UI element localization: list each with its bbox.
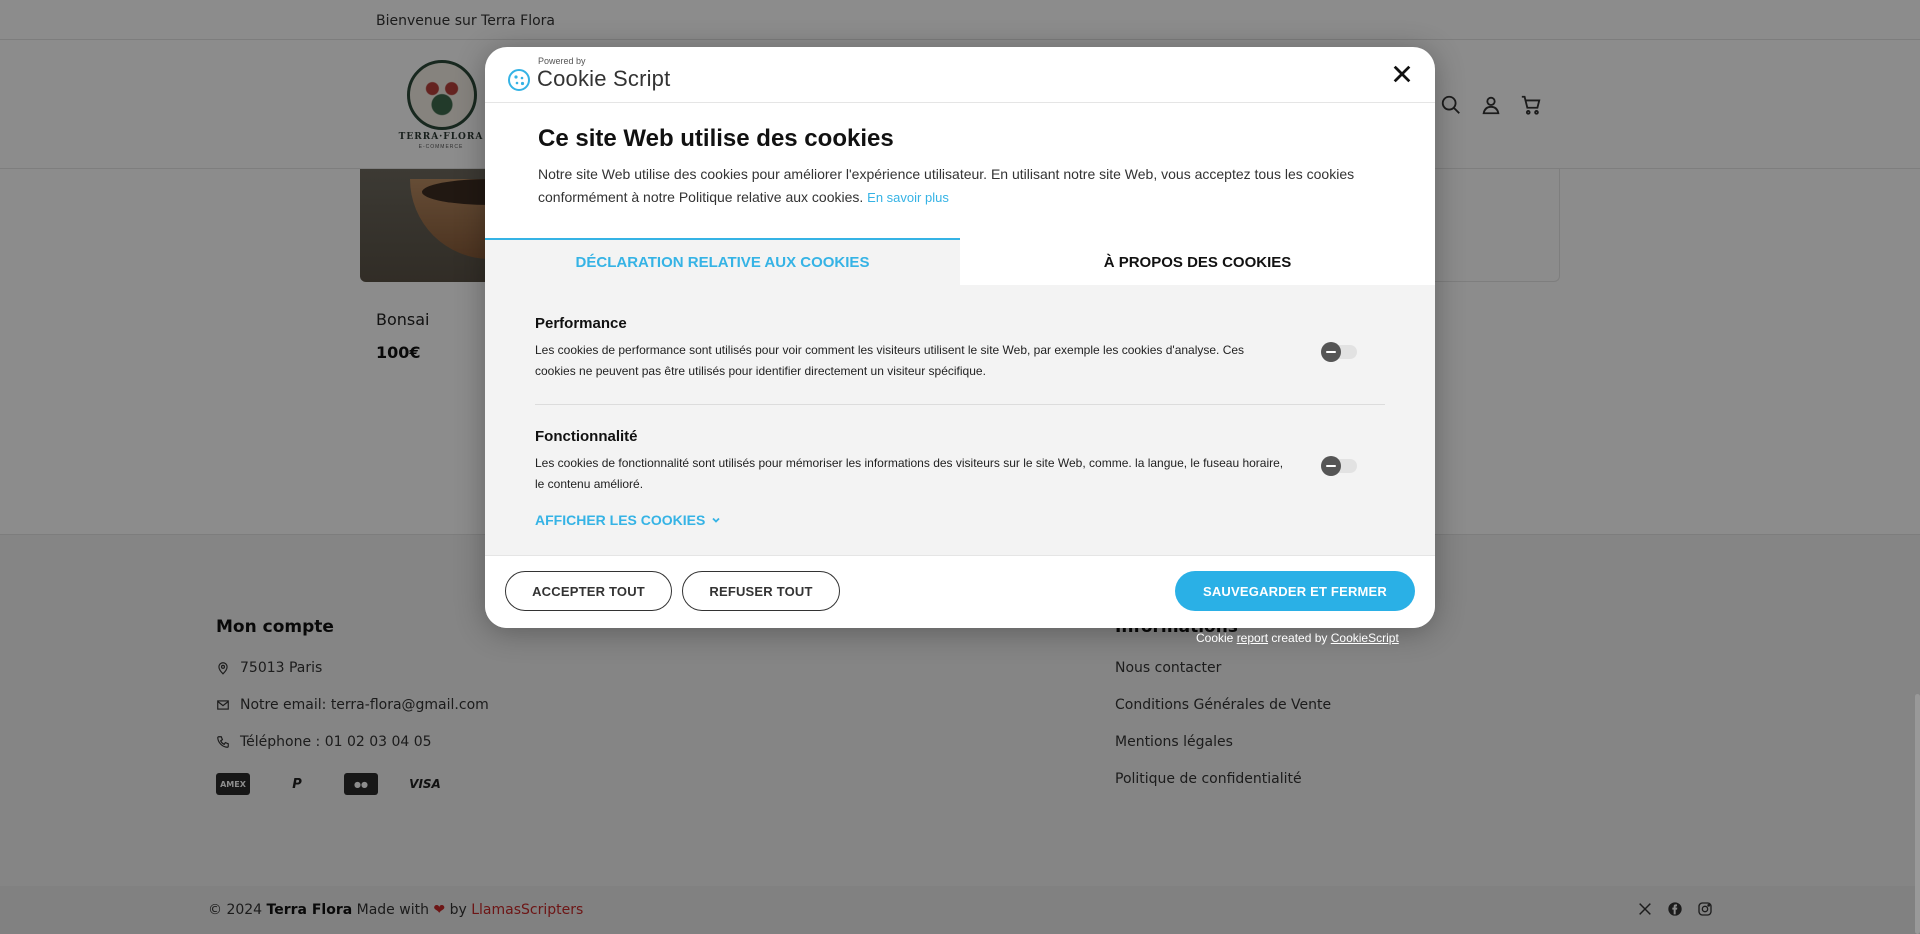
category-functionality-description: Les cookies de fonctionnalité sont utili… (535, 456, 1284, 491)
chevron-down-icon (712, 517, 720, 523)
functionality-toggle[interactable] (1321, 456, 1357, 476)
category-performance-description: Les cookies de performance sont utilisés… (535, 343, 1245, 378)
credit-middle: created by (1268, 631, 1331, 645)
performance-toggle[interactable] (1321, 342, 1357, 362)
page-scrollbar[interactable] (1914, 0, 1920, 934)
powered-by-text: Powered by (538, 56, 586, 66)
cookie-dialog: Powered by Cookie Script Ce site Web uti… (485, 47, 1435, 628)
toggle-knob (1321, 456, 1341, 476)
dialog-tabs: DÉCLARATION RELATIVE AUX COOKIES À PROPO… (485, 238, 1435, 285)
category-functionality-title: Fonctionnalité (535, 428, 638, 445)
category-functionality: Fonctionnalité Les cookies de fonctionna… (535, 428, 1385, 495)
category-performance: Performance Les cookies de performance s… (535, 315, 1385, 382)
learn-more-link[interactable]: En savoir plus (867, 190, 949, 205)
tab-cookie-declaration[interactable]: DÉCLARATION RELATIVE AUX COOKIES (485, 238, 960, 285)
toggle-knob (1321, 342, 1341, 362)
dialog-description: Notre site Web utilise des cookies pour … (538, 163, 1378, 209)
cookie-credit: Cookie report created by CookieScript (1196, 631, 1399, 645)
reject-all-button[interactable]: REFUSER TOUT (682, 571, 840, 611)
scrollbar-thumb[interactable] (1915, 694, 1920, 934)
dialog-header: Powered by Cookie Script (485, 47, 1435, 103)
credit-report-link[interactable]: report (1237, 631, 1268, 645)
credit-cookiescript-link[interactable]: CookieScript (1331, 631, 1399, 645)
show-cookies-button[interactable]: AFFICHER LES COOKIES (535, 512, 721, 528)
cookie-script-logo: Powered by Cookie Script (507, 56, 670, 92)
accept-all-button[interactable]: ACCEPTER TOUT (505, 571, 672, 611)
category-performance-title: Performance (535, 315, 627, 332)
cookie-categories-panel: Performance Les cookies de performance s… (485, 285, 1435, 555)
show-cookies-label: AFFICHER LES COOKIES (535, 512, 706, 528)
category-divider (535, 404, 1385, 405)
save-close-button[interactable]: SAUVEGARDER ET FERMER (1175, 571, 1415, 611)
cookie-script-name: Cookie Script (537, 66, 671, 91)
dialog-title: Ce site Web utilise des cookies (538, 125, 894, 152)
close-icon[interactable] (1391, 63, 1413, 85)
cookie-icon (508, 69, 530, 91)
tab-about-cookies[interactable]: À PROPOS DES COOKIES (960, 238, 1435, 285)
credit-prefix: Cookie (1196, 631, 1237, 645)
dialog-footer: ACCEPTER TOUT REFUSER TOUT SAUVEGARDER E… (485, 555, 1435, 628)
